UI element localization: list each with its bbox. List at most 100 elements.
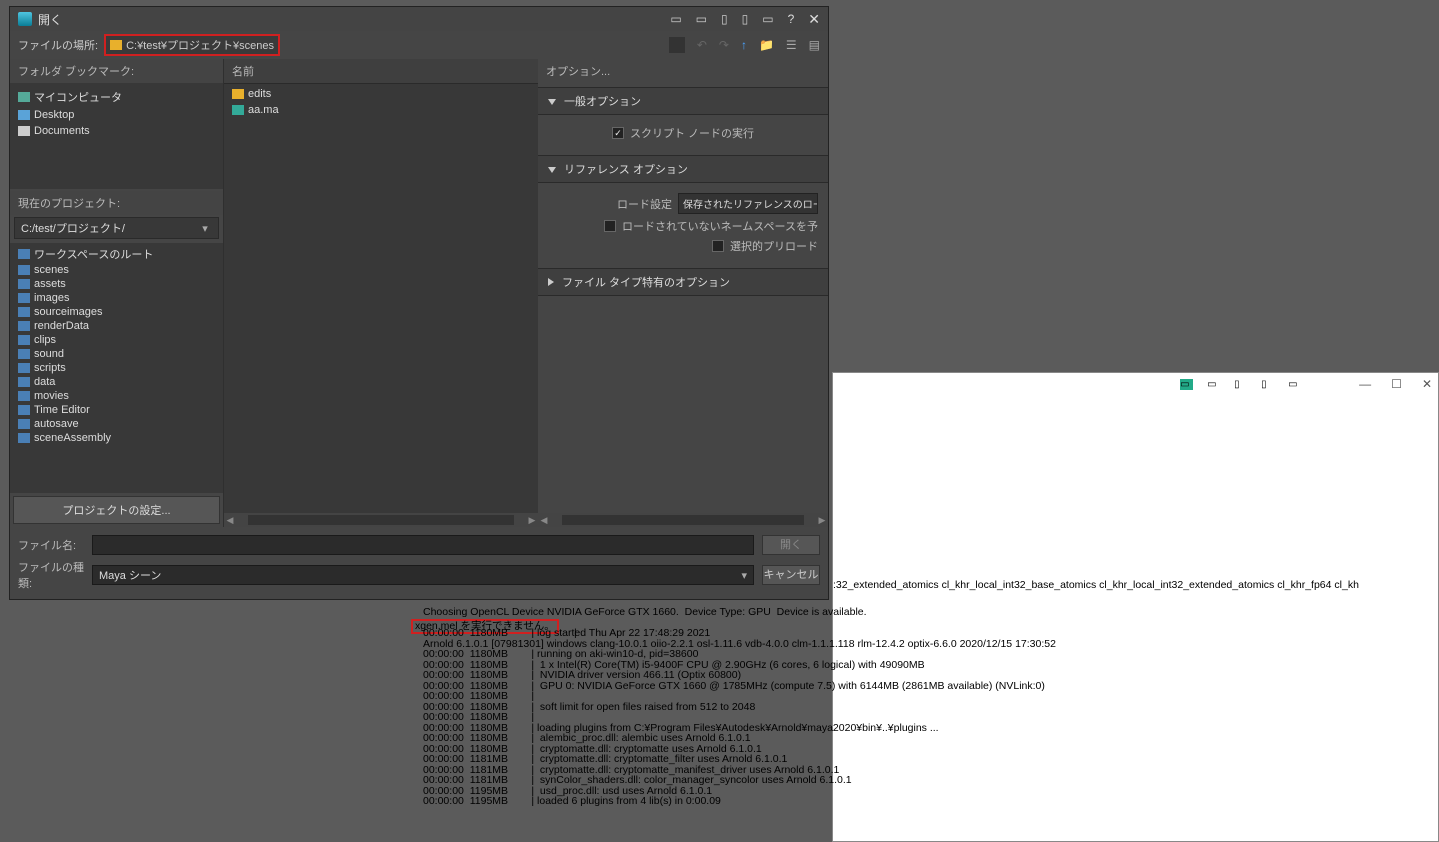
new-folder-icon[interactable]: 📁	[759, 38, 774, 52]
expander-reference[interactable]: リファレンス オプション	[538, 155, 828, 183]
load-label: ロード設定	[617, 196, 672, 212]
cancel-button[interactable]: キャンセル	[762, 565, 820, 585]
ws-images[interactable]: images	[10, 291, 223, 305]
center-column: 名前 edits aa.ma ◀▶	[224, 59, 538, 527]
console-log: :32_extended_atomics cl_khr_local_int32_…	[411, 595, 1439, 658]
folder-icon	[18, 293, 30, 303]
out-icon-3[interactable]: ▯	[1234, 379, 1247, 390]
out-icon-5[interactable]: ▭	[1288, 379, 1301, 390]
tb-icon-4[interactable]: ▯	[742, 12, 749, 26]
folder-icon	[18, 349, 30, 359]
file-list[interactable]: edits aa.ma	[224, 84, 538, 513]
ws-timeeditor[interactable]: Time Editor	[10, 403, 223, 417]
project-path-field[interactable]: C:/test/プロジェクト/ ▾	[14, 217, 219, 239]
maximize-icon[interactable]: ☐	[1391, 377, 1402, 391]
bookmark-documents[interactable]: Documents	[10, 123, 223, 139]
folder-icon	[232, 89, 244, 99]
folder-icon	[18, 363, 30, 373]
cb-preload[interactable]	[712, 240, 724, 252]
center-scrollbar[interactable]: ◀▶	[224, 513, 538, 527]
path-field[interactable]: C:¥test¥プロジェクト¥scenes	[104, 34, 280, 56]
ws-root[interactable]: ワークスペースのルート	[10, 245, 223, 263]
folder-icon	[18, 279, 30, 289]
cb-pre-label: 選択的プリロード	[730, 238, 818, 254]
ws-sound[interactable]: sound	[10, 347, 223, 361]
nav-back-icon[interactable]: ↶	[697, 38, 707, 52]
bookmark-desktop[interactable]: Desktop	[10, 107, 223, 123]
ws-scripts[interactable]: scripts	[10, 361, 223, 375]
cb-script[interactable]: ✓	[612, 127, 624, 139]
bookmark-mycomputer[interactable]: マイコンピュータ	[10, 87, 223, 107]
nav-fwd-icon[interactable]: ↷	[719, 38, 729, 52]
folder-icon	[18, 335, 30, 345]
tb-icon-3[interactable]: ▯	[721, 12, 728, 26]
ws-renderdata[interactable]: renderData	[10, 319, 223, 333]
out-icon-4[interactable]: ▯	[1261, 379, 1274, 390]
close-icon[interactable]: ✕	[808, 11, 820, 28]
name-column-header[interactable]: 名前	[224, 59, 538, 84]
view-list-icon[interactable]: ☰	[786, 38, 797, 52]
output-titlebar: ▭ ▭ ▯ ▯ ▭ — ☐ ✕	[833, 373, 1438, 395]
filename-label: ファイル名:	[18, 537, 84, 553]
folder-icon	[18, 265, 30, 275]
log-rest: 00:00:00 1180MB | log started Thu Apr 22…	[423, 628, 1056, 807]
folder-icon	[18, 377, 30, 387]
bottom-rows: ファイル名: 開く ファイルの種類: Maya シーン▾ キャンセル	[10, 527, 828, 599]
filename-input[interactable]	[92, 535, 754, 555]
expander-filetype[interactable]: ファイル タイプ特有のオプション	[538, 268, 828, 296]
expander-general[interactable]: 一般オプション	[538, 87, 828, 115]
cb-namespace[interactable]	[604, 220, 616, 232]
file-item-edits[interactable]: edits	[224, 86, 538, 102]
bookmarks-list: マイコンピュータ Desktop Documents	[10, 83, 223, 189]
right-column: オプション... 一般オプション ✓ スクリプト ノードの実行 リファレンス オプ…	[538, 59, 828, 527]
path-text: C:¥test¥プロジェクト¥scenes	[126, 37, 274, 53]
path-dropdown-icon[interactable]	[669, 37, 685, 53]
pc-icon	[18, 92, 30, 102]
ws-sourceimages[interactable]: sourceimages	[10, 305, 223, 319]
filetype-label: ファイルの種類:	[18, 559, 84, 591]
open-dialog: 開く ▭ ▭ ▯ ▯ ▭ ? ✕ ファイルの場所: C:¥test¥プロジェクト…	[9, 6, 829, 600]
desktop-icon	[18, 110, 30, 120]
folder-icon	[18, 249, 30, 259]
cb-script-label: スクリプト ノードの実行	[630, 125, 754, 141]
cb-ns-label: ロードされていないネームスペースを予	[622, 218, 818, 234]
dialog-title: 開く	[38, 11, 62, 28]
tb-icon-5[interactable]: ▭	[762, 12, 773, 26]
tb-icon-2[interactable]: ▭	[696, 12, 707, 26]
ma-file-icon	[232, 105, 244, 115]
out-icon-2[interactable]: ▭	[1207, 379, 1220, 390]
folder-icon	[18, 321, 30, 331]
ws-sceneassembly[interactable]: sceneAssembly	[10, 431, 223, 445]
folder-icon	[18, 419, 30, 429]
file-item-aa[interactable]: aa.ma	[224, 102, 538, 118]
view-detail-icon[interactable]: ▤	[809, 38, 820, 52]
maya-icon	[18, 12, 32, 26]
nav-up-icon[interactable]: ↑	[741, 38, 747, 52]
ws-scenes[interactable]: scenes	[10, 263, 223, 277]
ws-data[interactable]: data	[10, 375, 223, 389]
path-label: ファイルの場所:	[18, 37, 98, 53]
ws-clips[interactable]: clips	[10, 333, 223, 347]
tb-icon-1[interactable]: ▭	[670, 12, 681, 26]
ws-movies[interactable]: movies	[10, 389, 223, 403]
viewport-grid	[824, 188, 1439, 376]
folder-icon	[18, 307, 30, 317]
path-row: ファイルの場所: C:¥test¥プロジェクト¥scenes ↶ ↷ ↑ 📁 ☰…	[10, 31, 828, 59]
bookmarks-header: フォルダ ブックマーク:	[10, 59, 223, 83]
workspace-list: ワークスペースのルート scenes assets images sourcei…	[10, 243, 223, 493]
dropdown-icon: ▾	[198, 222, 212, 235]
minimize-icon[interactable]: —	[1359, 377, 1371, 391]
options-header: オプション...	[538, 59, 828, 83]
log-ext-line: :32_extended_atomics cl_khr_local_int32_…	[833, 580, 1359, 591]
project-settings-button[interactable]: プロジェクトの設定...	[13, 496, 220, 524]
open-button[interactable]: 開く	[762, 535, 820, 555]
filetype-dropdown[interactable]: Maya シーン▾	[92, 565, 754, 585]
close-output-icon[interactable]: ✕	[1422, 377, 1432, 391]
help-icon[interactable]: ?	[788, 12, 795, 26]
load-dropdown[interactable]: 保存されたリファレンスのロード状態をロー	[678, 193, 818, 214]
ws-autosave[interactable]: autosave	[10, 417, 223, 431]
out-icon-1[interactable]: ▭	[1180, 379, 1193, 390]
right-scrollbar[interactable]: ◀▶	[538, 513, 828, 527]
ws-assets[interactable]: assets	[10, 277, 223, 291]
folder-icon	[18, 433, 30, 443]
